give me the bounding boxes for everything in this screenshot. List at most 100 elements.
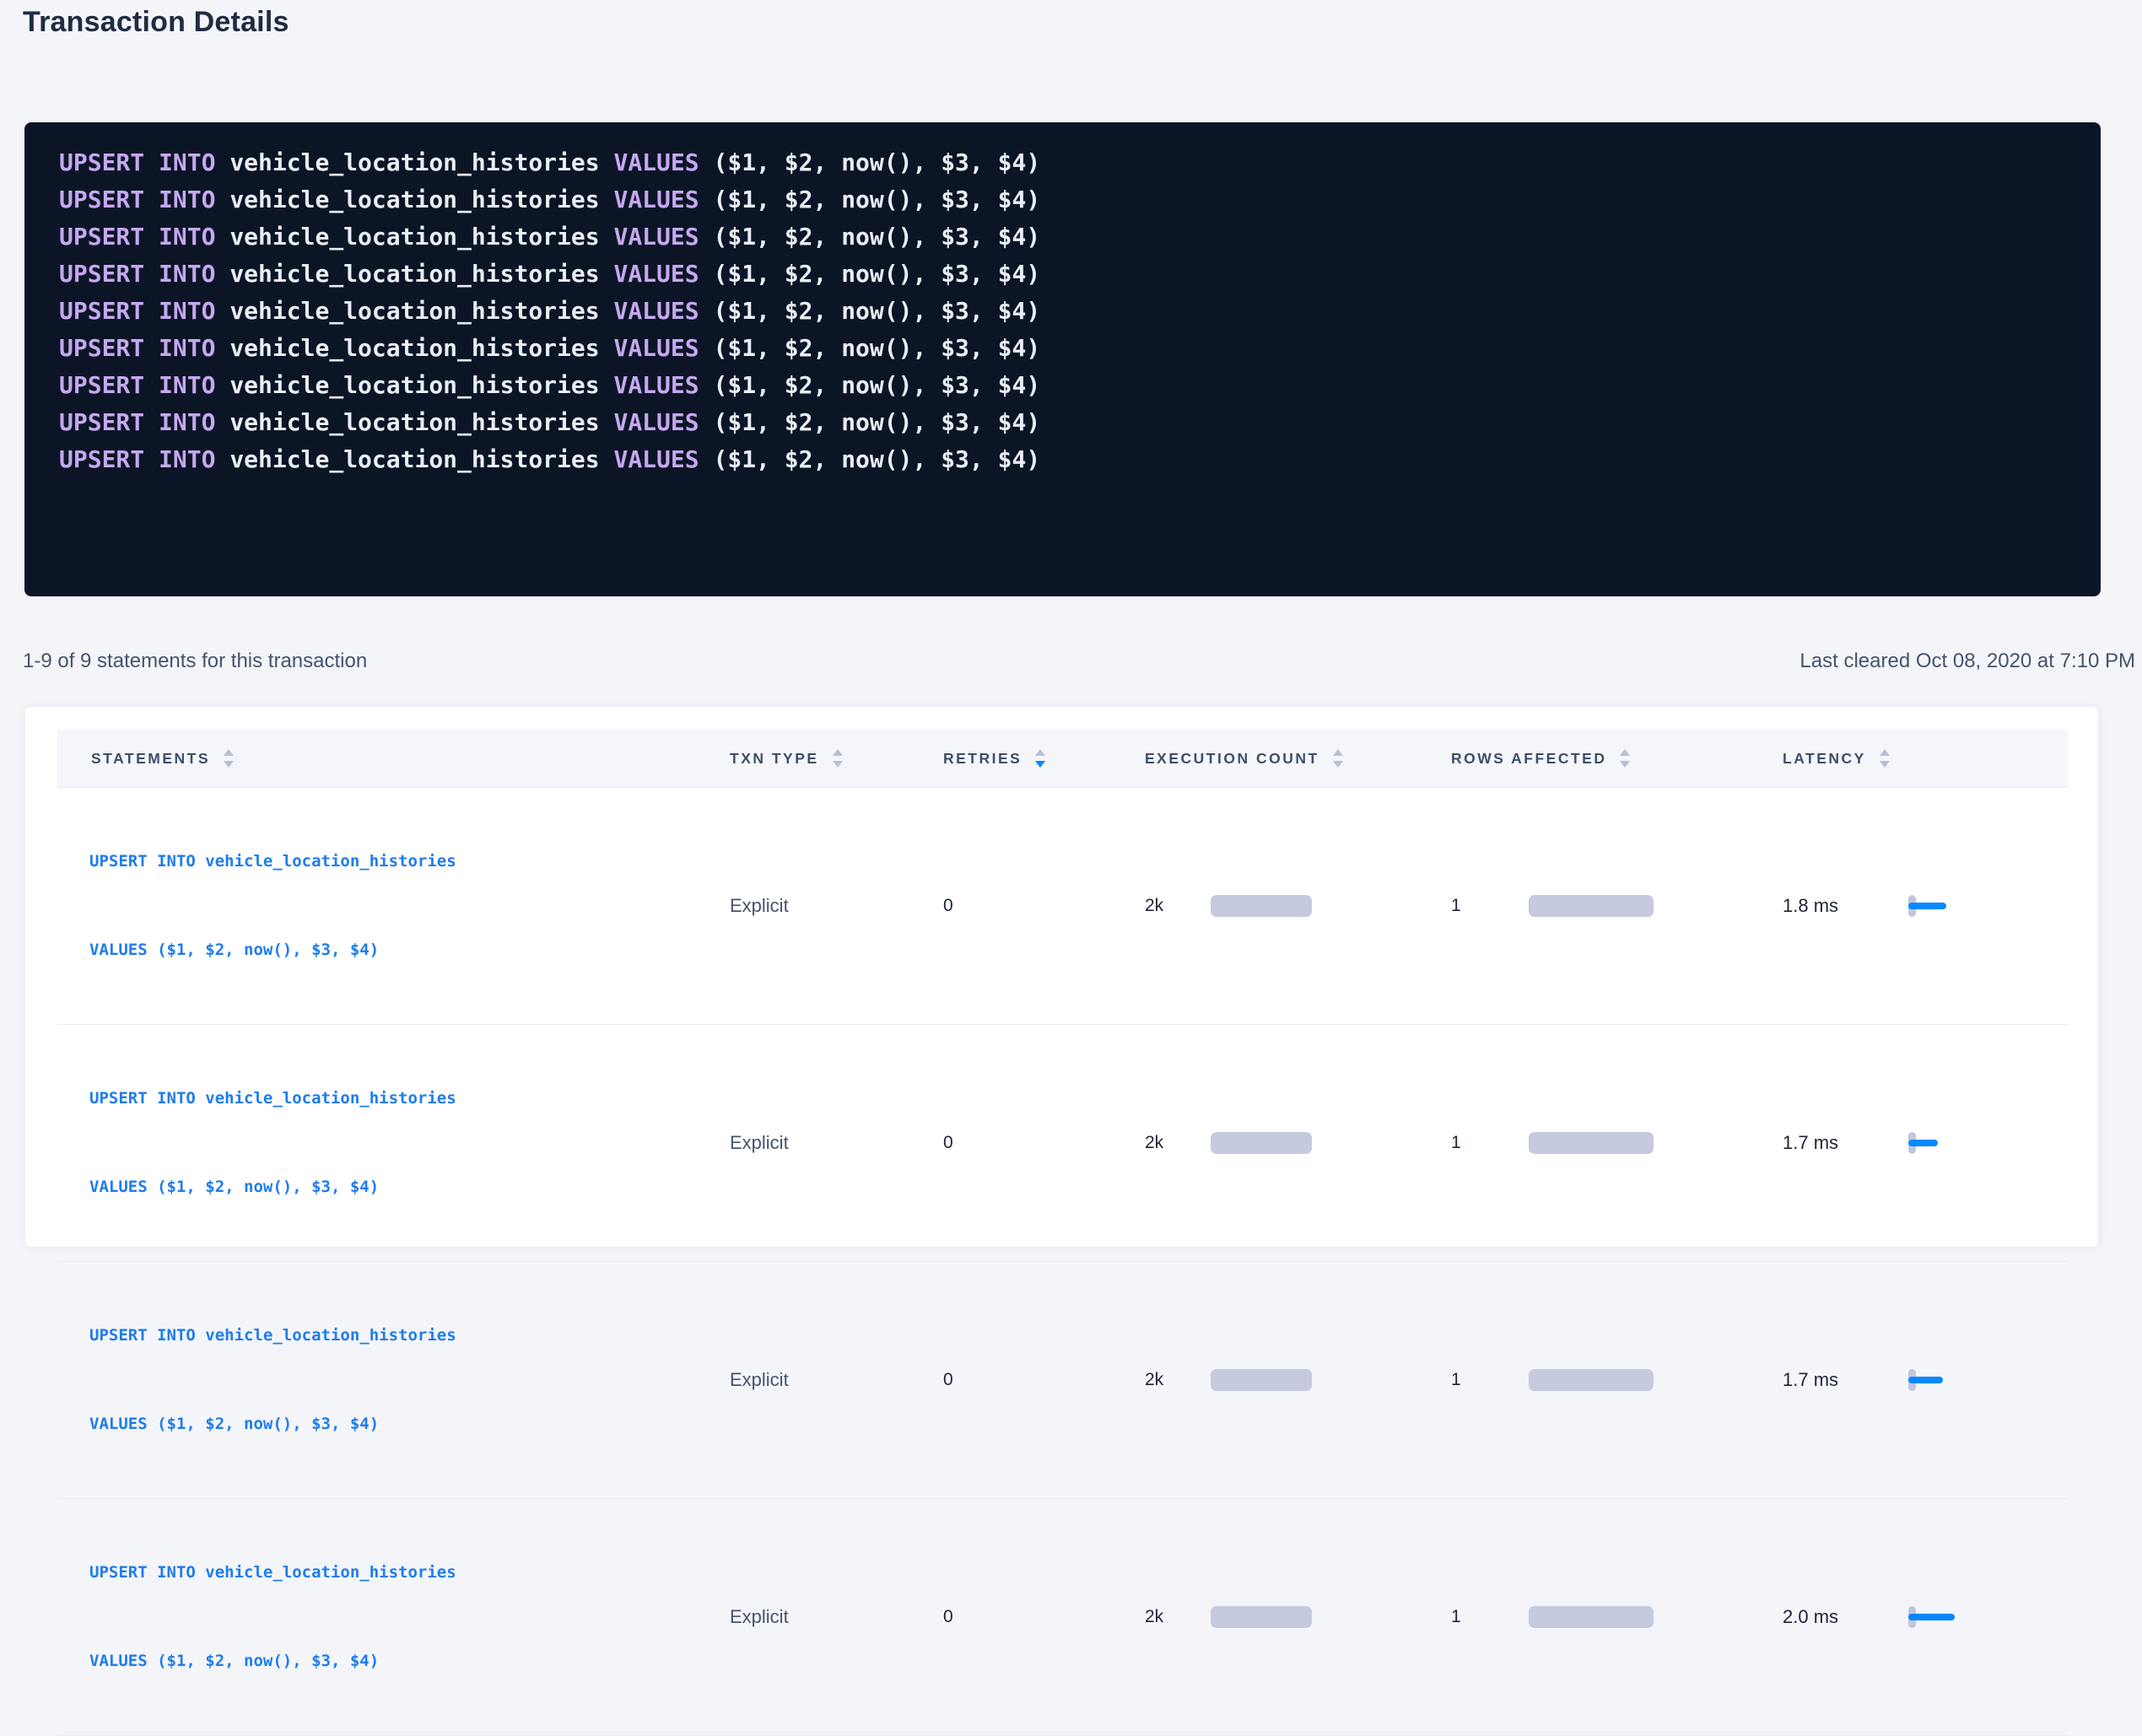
- column-header-rows-affected[interactable]: ROWS AFFECTED: [1417, 730, 1749, 788]
- latency-cell: 1.8 ms: [1749, 788, 2068, 1025]
- execution-count-bar: [1211, 1606, 1312, 1628]
- sort-desc-icon[interactable]: [833, 761, 843, 768]
- summary-row: 1-9 of 9 statements for this transaction…: [23, 650, 2135, 673]
- retries-value: 0: [943, 1133, 953, 1152]
- rows-affected-cell: 1: [1417, 1025, 1749, 1262]
- column-header-latency[interactable]: LATENCY: [1749, 730, 2068, 788]
- sql-line: UPSERT INTO vehicle_location_histories V…: [59, 367, 2075, 404]
- retries-value: 0: [943, 896, 953, 915]
- sql-line: UPSERT INTO vehicle_location_histories V…: [59, 256, 2075, 293]
- execution-count-cell: 2k: [1111, 788, 1417, 1025]
- latency-bar: [1908, 1377, 1943, 1383]
- sort-asc-icon[interactable]: [1333, 749, 1343, 756]
- rows-affected-bar: [1529, 1132, 1654, 1154]
- latency-bar: [1908, 903, 1946, 909]
- retries-cell: 0: [909, 788, 1111, 1025]
- rows-affected-bar: [1529, 1369, 1654, 1391]
- column-header-statements[interactable]: STATEMENTS: [57, 730, 696, 788]
- statement-link[interactable]: UPSERT INTO vehicle_location_histories V…: [89, 788, 696, 1024]
- sort-desc-icon[interactable]: [1333, 761, 1343, 768]
- sort-arrows[interactable]: [1880, 749, 1890, 768]
- execution-count-cell: 2k: [1111, 1025, 1417, 1262]
- latency-cell: 1.7 ms: [1749, 1262, 2068, 1499]
- retries-cell: 0: [909, 1025, 1111, 1262]
- sort-arrows[interactable]: [1333, 749, 1343, 768]
- sql-line: UPSERT INTO vehicle_location_histories V…: [59, 181, 2075, 218]
- rows-affected-bar: [1529, 1606, 1654, 1628]
- sort-arrows[interactable]: [1035, 749, 1045, 768]
- column-label-execution-count: EXECUTION COUNT: [1145, 750, 1319, 768]
- statement-line-2[interactable]: VALUES ($1, $2, now(), $3, $4): [89, 935, 696, 965]
- statement-row: UPSERT INTO vehicle_location_histories V…: [57, 788, 2068, 1025]
- column-header-execution-count[interactable]: EXECUTION COUNT: [1111, 730, 1417, 788]
- statement-line-1[interactable]: UPSERT INTO vehicle_location_histories: [89, 1084, 696, 1113]
- statement-line-1[interactable]: UPSERT INTO vehicle_location_histories: [89, 1558, 696, 1588]
- latency-bar-chart: [1908, 895, 2010, 917]
- sort-asc-icon[interactable]: [1035, 749, 1045, 756]
- last-cleared-text: Last cleared Oct 08, 2020 at 7:10 PM: [1799, 650, 2135, 673]
- sort-asc-icon[interactable]: [1620, 749, 1630, 756]
- column-header-retries[interactable]: RETRIES: [909, 730, 1111, 788]
- sort-desc-icon[interactable]: [1880, 761, 1890, 768]
- column-label-retries: RETRIES: [943, 750, 1022, 768]
- sql-line: UPSERT INTO vehicle_location_histories V…: [59, 144, 2075, 181]
- rows-affected-value: 1: [1451, 1607, 1529, 1627]
- sort-arrows[interactable]: [224, 749, 234, 768]
- rows-affected-value: 1: [1451, 1133, 1529, 1153]
- statement-line-1[interactable]: UPSERT INTO vehicle_location_histories: [89, 1321, 696, 1351]
- sql-line: UPSERT INTO vehicle_location_histories V…: [59, 404, 2075, 441]
- retries-value: 0: [943, 1607, 953, 1626]
- latency-bar: [1908, 1140, 1938, 1146]
- latency-value: 1.8 ms: [1783, 895, 1908, 917]
- execution-count-bar: [1211, 1369, 1312, 1391]
- latency-bar-chart: [1908, 1369, 2010, 1391]
- latency-value: 1.7 ms: [1783, 1132, 1908, 1154]
- sql-line: UPSERT INTO vehicle_location_histories V…: [59, 293, 2075, 330]
- latency-bar-chart: [1908, 1606, 2010, 1628]
- column-label-latency: LATENCY: [1783, 750, 1866, 768]
- sort-arrows[interactable]: [833, 749, 843, 768]
- latency-value: 2.0 ms: [1783, 1606, 1908, 1628]
- txn-type-cell: Explicit: [696, 1499, 909, 1736]
- rows-affected-cell: 1: [1417, 1499, 1749, 1736]
- retries-cell: 0: [909, 1262, 1111, 1499]
- execution-count-value: 2k: [1145, 1607, 1211, 1627]
- statements-count-text: 1-9 of 9 statements for this transaction: [23, 650, 367, 673]
- statement-link[interactable]: UPSERT INTO vehicle_location_histories V…: [89, 1262, 696, 1498]
- execution-count-value: 2k: [1145, 1133, 1211, 1153]
- sort-asc-icon[interactable]: [224, 749, 234, 756]
- retries-value: 0: [943, 1370, 953, 1389]
- latency-cell: 1.7 ms: [1749, 1025, 2068, 1262]
- execution-count-value: 2k: [1145, 1370, 1211, 1390]
- sort-asc-icon[interactable]: [833, 749, 843, 756]
- txn-type-value: Explicit: [730, 1369, 789, 1390]
- execution-count-cell: 2k: [1111, 1499, 1417, 1736]
- column-label-txn-type: TXN TYPE: [730, 750, 819, 768]
- latency-bar-chart: [1908, 1132, 2010, 1154]
- txn-type-value: Explicit: [730, 895, 789, 916]
- statement-link[interactable]: UPSERT INTO vehicle_location_histories V…: [89, 1499, 696, 1735]
- sort-desc-icon[interactable]: [1035, 761, 1045, 768]
- statements-table: STATEMENTS TXN TYPE: [57, 730, 2068, 1736]
- execution-count-bar: [1211, 895, 1312, 917]
- statement-row: UPSERT INTO vehicle_location_histories V…: [57, 1499, 2068, 1736]
- statement-line-2[interactable]: VALUES ($1, $2, now(), $3, $4): [89, 1647, 696, 1676]
- column-header-txn-type[interactable]: TXN TYPE: [696, 730, 909, 788]
- latency-value: 1.7 ms: [1783, 1369, 1908, 1391]
- sql-statements-box: UPSERT INTO vehicle_location_histories V…: [24, 122, 2101, 596]
- sql-line: UPSERT INTO vehicle_location_histories V…: [59, 218, 2075, 256]
- sort-desc-icon[interactable]: [1620, 761, 1630, 768]
- statement-link[interactable]: UPSERT INTO vehicle_location_histories V…: [89, 1025, 696, 1261]
- statement-line-1[interactable]: UPSERT INTO vehicle_location_histories: [89, 847, 696, 876]
- sort-arrows[interactable]: [1620, 749, 1630, 768]
- txn-type-cell: Explicit: [696, 1262, 909, 1499]
- retries-cell: 0: [909, 1499, 1111, 1736]
- sort-asc-icon[interactable]: [1880, 749, 1890, 756]
- rows-affected-bar: [1529, 895, 1654, 917]
- sort-desc-icon[interactable]: [224, 761, 234, 768]
- txn-type-value: Explicit: [730, 1132, 789, 1153]
- statement-line-2[interactable]: VALUES ($1, $2, now(), $3, $4): [89, 1410, 696, 1439]
- txn-type-value: Explicit: [730, 1606, 789, 1627]
- txn-type-cell: Explicit: [696, 788, 909, 1025]
- statement-line-2[interactable]: VALUES ($1, $2, now(), $3, $4): [89, 1173, 696, 1202]
